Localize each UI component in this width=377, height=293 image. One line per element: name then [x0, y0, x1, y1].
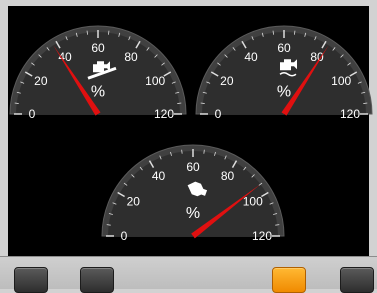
gauge-tick	[106, 224, 111, 226]
gauge-tick-label: 20	[34, 74, 48, 88]
gauge-tick-label: 0	[29, 107, 36, 121]
gauge-tick-label: 40	[244, 50, 258, 64]
gauge-tick-label: 120	[340, 107, 360, 121]
toolbar-button-2[interactable]	[80, 267, 114, 293]
gauge-tick	[294, 30, 296, 35]
gauge-transmission: 0 20 40 60 80 100 120%	[100, 126, 286, 243]
gauge-tick-label: 100	[331, 74, 351, 88]
gauge-tick-label: 80	[221, 169, 235, 183]
toolbar-button-3-active[interactable]	[272, 267, 306, 293]
gauge-tick	[14, 102, 19, 104]
gauge-tick	[363, 102, 368, 104]
gauge-tick	[86, 30, 88, 35]
gauge-tick-label: 40	[152, 169, 166, 183]
gauge-unit-label: %	[186, 205, 200, 222]
gauge-tick-label: 0	[121, 229, 128, 243]
gauge-tick	[275, 224, 280, 226]
gauge-engine-load: 0 20 40 60 80 100 120%	[8, 6, 188, 121]
gauge-tick-label: 20	[127, 195, 141, 209]
bottom-toolbar	[0, 256, 377, 293]
gauge-tick-label: 60	[186, 160, 200, 174]
gauge-tick-label: 100	[145, 74, 165, 88]
gauge-tick-label: 100	[243, 195, 263, 209]
gauge-tick-label: 20	[220, 74, 234, 88]
gauge-tick	[203, 149, 205, 154]
gauge-unit-label: %	[277, 83, 291, 100]
gauge-tick	[272, 30, 274, 35]
gauge-tick-label: 120	[154, 107, 174, 121]
gauge-tick	[200, 102, 205, 104]
gauge-engine-temp-dial: 020406080100120%	[195, 25, 373, 121]
toolbar-button-4[interactable]	[340, 267, 374, 293]
gauge-tick	[181, 149, 183, 154]
gauge-panel: 0 20 40 60 80 100 120% 0 20 40 60 80 100 120% 0 20 40 6…	[8, 6, 373, 256]
gauge-engine-load-dial: 020406080100120%	[9, 25, 187, 121]
gauge-tick-label: 0	[215, 107, 222, 121]
gauge-transmission-dial: 0 20 40 60 80 100 120%	[101, 144, 285, 243]
gauge-unit-label: %	[91, 83, 105, 100]
gauge-engine-temp: 0 20 40 60 80 100 120%	[194, 6, 374, 121]
gauge-tick-label: 60	[91, 41, 105, 55]
gauge-tick-label: 120	[252, 229, 272, 243]
gauge-tick-label: 80	[124, 50, 138, 64]
gauge-tick	[177, 102, 182, 104]
gauge-tick-label: 60	[277, 41, 291, 55]
toolbar-button-1[interactable]	[14, 267, 48, 293]
gauge-tick	[108, 30, 110, 35]
